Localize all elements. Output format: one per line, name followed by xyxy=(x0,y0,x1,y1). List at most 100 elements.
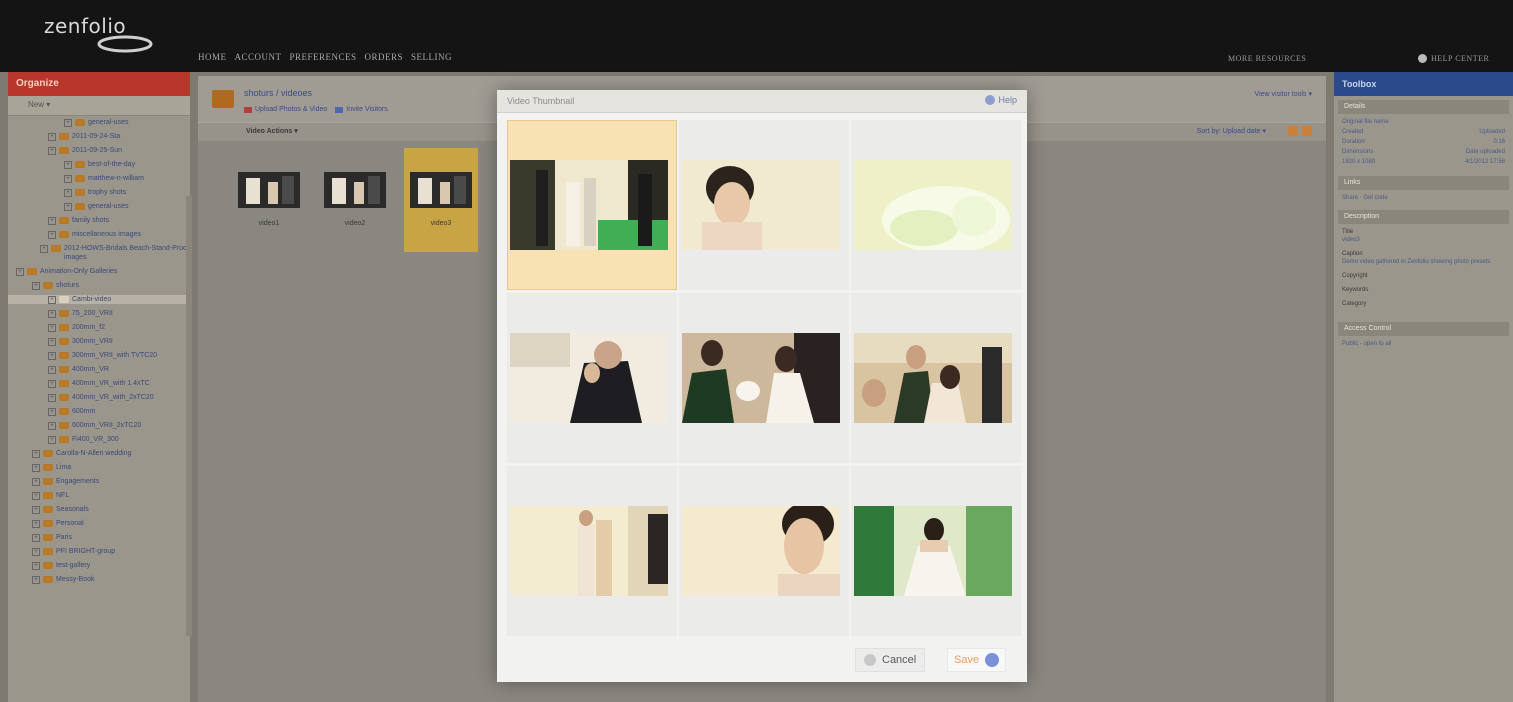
expand-icon[interactable]: + xyxy=(48,366,56,374)
tree-item[interactable]: + Personal xyxy=(8,519,190,528)
description-field[interactable]: Caption Demo video gathered in Zenfolio s… xyxy=(1342,250,1505,266)
description-field[interactable]: Title video3 xyxy=(1342,228,1505,244)
expand-icon[interactable]: + xyxy=(48,380,56,388)
thumbnail-frame-option[interactable] xyxy=(851,120,1021,290)
nav-account[interactable]: ACCOUNT xyxy=(235,52,282,62)
tree-item[interactable]: + shoturs xyxy=(8,281,190,290)
tree-item[interactable]: + Paris xyxy=(8,533,190,542)
expand-icon[interactable]: + xyxy=(48,147,56,155)
expand-icon[interactable]: + xyxy=(32,534,40,542)
expand-icon[interactable]: + xyxy=(48,133,56,141)
organizer-new-menu[interactable]: New ▾ xyxy=(8,96,190,116)
video-thumbnail[interactable]: video2 xyxy=(318,148,392,252)
details-section-header[interactable]: Details xyxy=(1338,100,1509,114)
tree-item[interactable]: + Carolla-N-Allen wedding xyxy=(8,449,190,458)
tree-item[interactable]: + Lima xyxy=(8,463,190,472)
expand-icon[interactable]: + xyxy=(48,296,56,304)
links-content[interactable]: Share · Get code xyxy=(1334,190,1513,206)
thumbnail-frame-option[interactable] xyxy=(507,120,677,290)
nav-home[interactable]: HOME xyxy=(198,52,227,62)
sort-by-control[interactable]: Sort by: Upload date ▾ xyxy=(1197,127,1266,135)
expand-icon[interactable]: + xyxy=(32,520,40,528)
tree-item[interactable]: + Animation-Only Galleries xyxy=(8,267,190,276)
organizer-scrollbar[interactable] xyxy=(186,196,192,636)
more-resources-link[interactable]: MORE RESOURCES xyxy=(1228,54,1306,63)
thumbnail-frame-option[interactable] xyxy=(507,466,677,636)
expand-icon[interactable]: + xyxy=(48,231,56,239)
tree-item[interactable]: + NFL xyxy=(8,491,190,500)
tree-item[interactable]: + trophy shots xyxy=(8,188,190,197)
expand-icon[interactable]: + xyxy=(64,203,72,211)
description-field[interactable]: Keywords xyxy=(1342,286,1505,294)
expand-icon[interactable]: + xyxy=(32,492,40,500)
expand-icon[interactable]: + xyxy=(32,282,40,290)
tree-item[interactable]: +300mm_VRII xyxy=(8,337,190,346)
expand-icon[interactable]: + xyxy=(32,464,40,472)
video-actions-menu[interactable]: Video Actions ▾ xyxy=(246,127,298,135)
expand-icon[interactable]: + xyxy=(48,217,56,225)
upload-button[interactable]: Upload Photos & Video xyxy=(244,106,327,113)
tree-item[interactable]: + Cambi-video xyxy=(8,295,190,304)
description-field[interactable]: Copyright xyxy=(1342,272,1505,280)
tree-item[interactable]: +200mm_f2 xyxy=(8,323,190,332)
expand-icon[interactable]: + xyxy=(40,245,48,253)
nav-preferences[interactable]: PREFERENCES xyxy=(290,52,357,62)
help-center-link[interactable]: HELP CENTER xyxy=(1418,54,1489,63)
thumbnail-frame-option[interactable] xyxy=(679,293,849,463)
description-section-header[interactable]: Description xyxy=(1338,210,1509,224)
tree-item[interactable]: +400mm_VR_with_2xTC20 xyxy=(8,393,190,402)
expand-icon[interactable]: + xyxy=(48,408,56,416)
expand-icon[interactable]: + xyxy=(32,450,40,458)
tree-item[interactable]: + Messy-Book xyxy=(8,575,190,584)
tree-item[interactable]: +600mm_VRII_2xTC20 xyxy=(8,421,190,430)
gallery-breadcrumb[interactable]: shoturs / videoes xyxy=(244,88,312,98)
expand-icon[interactable]: + xyxy=(48,436,56,444)
tree-item[interactable]: + best-of-the-day xyxy=(8,160,190,169)
folder-view-icon[interactable] xyxy=(1302,126,1312,136)
expand-icon[interactable]: + xyxy=(48,394,56,402)
tree-item[interactable]: + test-gallery xyxy=(8,561,190,570)
tree-item[interactable]: + Seasonals xyxy=(8,505,190,514)
expand-icon[interactable]: + xyxy=(64,161,72,169)
nav-orders[interactable]: ORDERS xyxy=(365,52,404,62)
tree-item[interactable]: +400mm_VR_with 1.4xTC xyxy=(8,379,190,388)
expand-icon[interactable]: + xyxy=(32,576,40,584)
dialog-help-button[interactable]: Help xyxy=(985,95,1017,105)
video-thumbnail[interactable]: video3 xyxy=(404,148,478,252)
expand-icon[interactable]: + xyxy=(48,422,56,430)
expand-icon[interactable]: + xyxy=(64,175,72,183)
invite-visitors-button[interactable]: Invite Visitors xyxy=(335,106,388,113)
tree-item[interactable]: +2011-09-25-Sun xyxy=(8,146,190,155)
tree-item[interactable]: + general-uses xyxy=(8,202,190,211)
tree-item[interactable]: +2011-09-24-Sta xyxy=(8,132,190,141)
expand-icon[interactable]: + xyxy=(32,548,40,556)
thumbnail-frame-option[interactable] xyxy=(851,466,1021,636)
tree-item[interactable]: + general-uses xyxy=(8,118,190,127)
tree-item[interactable]: + Engagements xyxy=(8,477,190,486)
expand-icon[interactable]: + xyxy=(32,562,40,570)
access-section-header[interactable]: Access Control xyxy=(1338,322,1509,336)
tree-item[interactable]: +2012-HOWS-Bridals Beach-Stand-Proc imag… xyxy=(8,244,190,262)
thumbnail-frame-option[interactable] xyxy=(679,466,849,636)
visitor-tools-link[interactable]: View visitor tools ▾ xyxy=(1255,90,1312,98)
access-content[interactable]: Public - open to all xyxy=(1334,336,1513,352)
tree-item[interactable]: + family shots xyxy=(8,216,190,225)
expand-icon[interactable]: + xyxy=(48,310,56,318)
expand-icon[interactable]: + xyxy=(48,324,56,332)
tree-item[interactable]: + Fi400_VR_300 xyxy=(8,435,190,444)
save-button[interactable]: Save xyxy=(947,648,1007,672)
description-field[interactable]: Category xyxy=(1342,300,1505,308)
sort-by-value[interactable]: Upload date ▾ xyxy=(1223,128,1266,135)
thumbnail-frame-option[interactable] xyxy=(851,293,1021,463)
thumbnail-frame-option[interactable] xyxy=(507,293,677,463)
expand-icon[interactable]: + xyxy=(32,478,40,486)
tree-item[interactable]: +600mm xyxy=(8,407,190,416)
expand-icon[interactable]: + xyxy=(16,268,24,276)
tree-item[interactable]: + miscellaneous images xyxy=(8,230,190,239)
cancel-button[interactable]: Cancel xyxy=(855,648,926,672)
tree-item[interactable]: +75_200_VRII xyxy=(8,309,190,318)
grid-view-icon[interactable] xyxy=(1288,126,1298,136)
thumbnail-frame-option[interactable] xyxy=(679,120,849,290)
tree-item[interactable]: + PFI BRIGHT-group xyxy=(8,547,190,556)
expand-icon[interactable]: + xyxy=(64,119,72,127)
